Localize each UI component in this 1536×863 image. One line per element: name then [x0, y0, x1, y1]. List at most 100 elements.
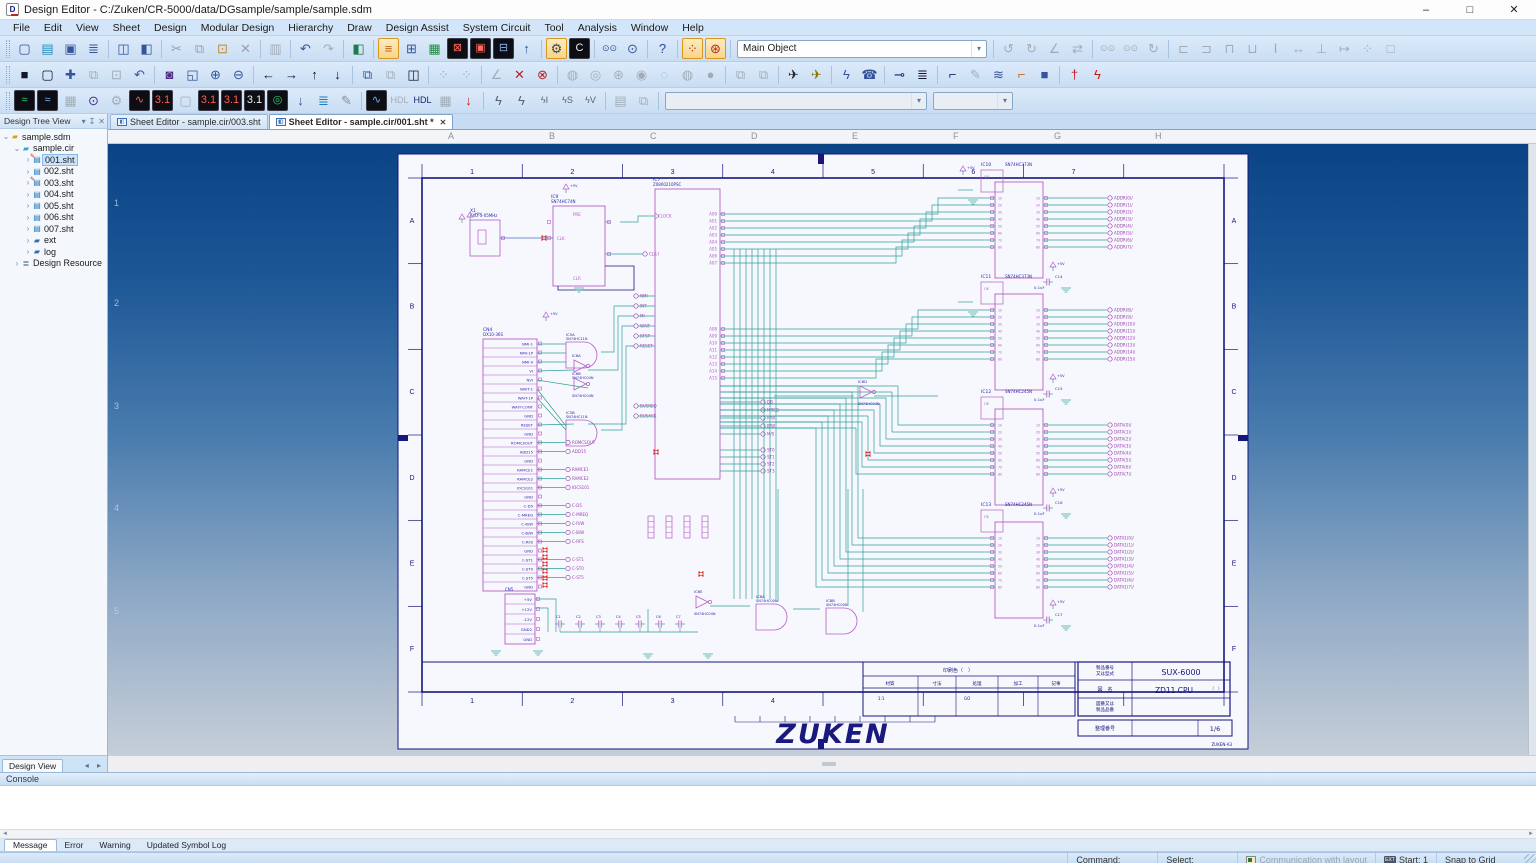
- paste-button[interactable]: ⊡: [212, 38, 233, 59]
- split-view-button[interactable]: ◧: [348, 38, 369, 59]
- panel-pin-icon[interactable]: ↧: [89, 117, 96, 126]
- back-annotate-button[interactable]: ✈: [806, 64, 827, 85]
- open-design-button[interactable]: ▤: [37, 38, 58, 59]
- meter-a-button[interactable]: 3.1: [152, 90, 173, 111]
- emc-adviser-button[interactable]: ◎: [267, 90, 288, 111]
- console-tab-updated-symbol-log[interactable]: Updated Symbol Log: [139, 839, 234, 851]
- tree-item-ext[interactable]: ›▰ext: [0, 235, 107, 247]
- sim-voltage-button[interactable]: ϟV: [580, 90, 601, 111]
- wire-add-button[interactable]: ⌐: [1011, 64, 1032, 85]
- sheet-settings-button[interactable]: ⊟: [493, 38, 514, 59]
- scroll-down-button[interactable]: ↓: [327, 64, 348, 85]
- find-button[interactable]: ⊙⊙: [599, 38, 620, 59]
- copy-button[interactable]: ⧉: [189, 38, 210, 59]
- menu-view[interactable]: View: [69, 20, 106, 36]
- menu-hierarchy[interactable]: Hierarchy: [281, 20, 340, 36]
- menu-analysis[interactable]: Analysis: [571, 20, 624, 36]
- forward-annotate-button[interactable]: ✈: [783, 64, 804, 85]
- panel-close-icon[interactable]: ✕: [98, 117, 105, 126]
- tree-item-002-sht[interactable]: ›▤002.sht: [0, 166, 107, 178]
- tree-item-sample-sdm[interactable]: ⌄▰sample.sdm: [0, 131, 107, 143]
- wave-compare-button[interactable]: ∿: [366, 90, 387, 111]
- fill-area-button[interactable]: ■: [1034, 64, 1055, 85]
- expander-icon[interactable]: ›: [24, 190, 32, 199]
- delete-net-button[interactable]: ⊗: [532, 64, 553, 85]
- expander-icon[interactable]: ⌄: [13, 144, 21, 153]
- hdl-export-button[interactable]: HDL: [412, 90, 433, 111]
- meter-d-button[interactable]: 3.1: [244, 90, 265, 111]
- expander-icon[interactable]: ›: [13, 259, 21, 268]
- resize-grip[interactable]: [1524, 854, 1536, 863]
- cut-button[interactable]: ✂: [166, 38, 187, 59]
- probe-tool-button[interactable]: ✎: [336, 90, 357, 111]
- close-tab-icon[interactable]: ✕: [440, 118, 447, 127]
- tree-item-006-sht[interactable]: ›▤006.sht: [0, 212, 107, 224]
- meter-c-button[interactable]: 3.1: [221, 90, 242, 111]
- wire-dash-button[interactable]: ≋: [988, 64, 1009, 85]
- batch-update-button[interactable]: ϟ: [836, 64, 857, 85]
- menu-file[interactable]: File: [6, 20, 37, 36]
- canvas-console-splitter[interactable]: [108, 755, 1536, 772]
- scroll-up-button[interactable]: ↑: [304, 64, 325, 85]
- menu-tool[interactable]: Tool: [537, 20, 570, 36]
- tree-item-005-sht[interactable]: ›▤005.sht: [0, 200, 107, 212]
- sim-wave-green-button[interactable]: ≈: [14, 90, 35, 111]
- vertical-scrollbar[interactable]: [1528, 144, 1536, 755]
- console-tab-message[interactable]: Message: [4, 839, 57, 851]
- menu-design[interactable]: Design: [147, 20, 194, 36]
- tree-item-003-sht[interactable]: ›▤✎003.sht: [0, 177, 107, 189]
- expander-icon[interactable]: ›: [24, 201, 32, 210]
- doc-tab-active[interactable]: ◧Sheet Editor - sample.cir/001.sht *✕: [269, 114, 454, 129]
- new-file-button[interactable]: ▢: [14, 38, 35, 59]
- pin-stack-button[interactable]: ≣: [912, 64, 933, 85]
- place-pin-button[interactable]: †: [1064, 64, 1085, 85]
- console-tab-error[interactable]: Error: [57, 839, 92, 851]
- zoom-in-button[interactable]: ⊕: [205, 64, 226, 85]
- delete-button[interactable]: ✕: [235, 38, 256, 59]
- save-button[interactable]: ▣: [60, 38, 81, 59]
- expander-icon[interactable]: ›: [24, 236, 32, 245]
- print-button[interactable]: ◫: [113, 38, 134, 59]
- menu-design-assist[interactable]: Design Assist: [379, 20, 456, 36]
- scroll-left-icon[interactable]: ◄: [2, 831, 8, 837]
- sim-signal-button[interactable]: ϟS: [557, 90, 578, 111]
- menu-sheet[interactable]: Sheet: [106, 20, 147, 36]
- menu-modular-design[interactable]: Modular Design: [194, 20, 282, 36]
- expander-icon[interactable]: ›: [24, 247, 32, 256]
- close-button[interactable]: ✕: [1492, 0, 1536, 20]
- doc-tab-inactive[interactable]: ◧Sheet Editor - sample.cir/003.sht: [110, 114, 268, 129]
- maximize-button[interactable]: □: [1448, 0, 1492, 20]
- sim-current-button[interactable]: ϟI: [534, 90, 555, 111]
- design-tree-button[interactable]: ≡: [378, 38, 399, 59]
- tree-item-001-sht[interactable]: ›▤✎001.sht: [0, 154, 107, 166]
- import-chip-button[interactable]: ↓: [290, 90, 311, 111]
- zoom-window-button[interactable]: ◱: [182, 64, 203, 85]
- connect-dial-button[interactable]: ☎: [859, 64, 880, 85]
- scroll-right-button[interactable]: →: [281, 64, 302, 85]
- delete-object-button[interactable]: ✕: [509, 64, 530, 85]
- status-snap[interactable]: Snap to Grid: [1436, 853, 1522, 863]
- wave-red-button[interactable]: ∿: [129, 90, 150, 111]
- analyze-search-button[interactable]: ⊙: [83, 90, 104, 111]
- sim-config-select[interactable]: ▾: [665, 92, 927, 110]
- menu-draw[interactable]: Draw: [340, 20, 379, 36]
- tree-item-design-resource[interactable]: ›≣Design Resource: [0, 258, 107, 270]
- sim-mode-select[interactable]: ▾: [933, 92, 1013, 110]
- panel-menu-icon[interactable]: ▾: [82, 117, 86, 126]
- help-button[interactable]: ?: [652, 38, 673, 59]
- tree-item-sample-cir[interactable]: ⌄▰sample.cir: [0, 143, 107, 155]
- symbol-editor-button[interactable]: ⊠: [447, 38, 468, 59]
- net-highlight-button[interactable]: ⊛: [705, 38, 726, 59]
- tree-item-007-sht[interactable]: ›▤007.sht: [0, 223, 107, 235]
- net-ripper-button[interactable]: ϟ: [1087, 64, 1108, 85]
- sim-run-button[interactable]: ϟ: [511, 90, 532, 111]
- tree-item-log[interactable]: ›▰log: [0, 246, 107, 258]
- menu-edit[interactable]: Edit: [37, 20, 69, 36]
- tree-item-004-sht[interactable]: ›▤004.sht: [0, 189, 107, 201]
- zoom-out-button[interactable]: ⊖: [228, 64, 249, 85]
- print-preview-button[interactable]: ◧: [136, 38, 157, 59]
- window-next-button[interactable]: ⧉: [357, 64, 378, 85]
- save-all-button[interactable]: ≣: [83, 38, 104, 59]
- undo-button[interactable]: ↶: [295, 38, 316, 59]
- scroll-left-button[interactable]: ←: [258, 64, 279, 85]
